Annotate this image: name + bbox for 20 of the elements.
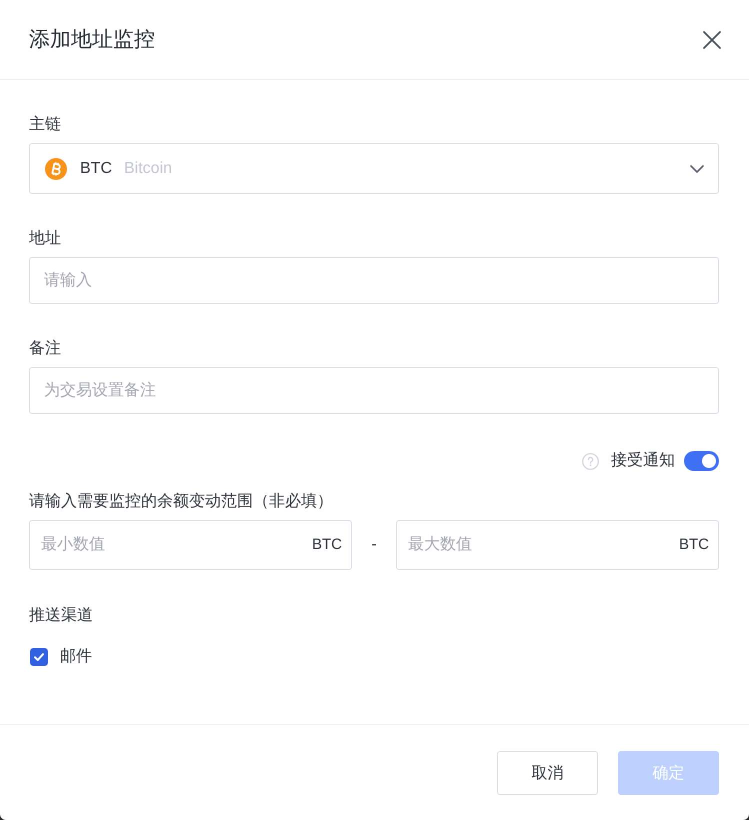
toggle-label: 接受通知 (611, 450, 675, 471)
chain-select[interactable]: BTC Bitcoin (29, 143, 719, 194)
unit-label: BTC (312, 536, 342, 554)
field-label: 备注 (29, 338, 61, 359)
cancel-button[interactable]: 取消 (497, 751, 598, 795)
bitcoin-coin-icon (45, 158, 67, 180)
notify-switch[interactable] (684, 451, 719, 471)
input-field[interactable]: 为交易设置备注 (29, 367, 719, 414)
dialog-title: 添加地址监控 (29, 26, 155, 52)
checkbox[interactable] (30, 648, 48, 666)
unit-label: BTC (679, 536, 709, 554)
field-label: 请输入需要监控的余额变动范围（非必填） (29, 492, 333, 512)
checkbox-label[interactable]: 邮件 (60, 646, 92, 668)
field-label: 主链 (29, 114, 61, 135)
field-label: 地址 (29, 228, 61, 249)
input-field[interactable]: 请输入 (29, 257, 719, 304)
field-label: 推送渠道 (29, 606, 93, 626)
close-button[interactable] (701, 28, 723, 50)
chevron-down-icon (690, 164, 704, 172)
range-separator: - (371, 536, 377, 554)
